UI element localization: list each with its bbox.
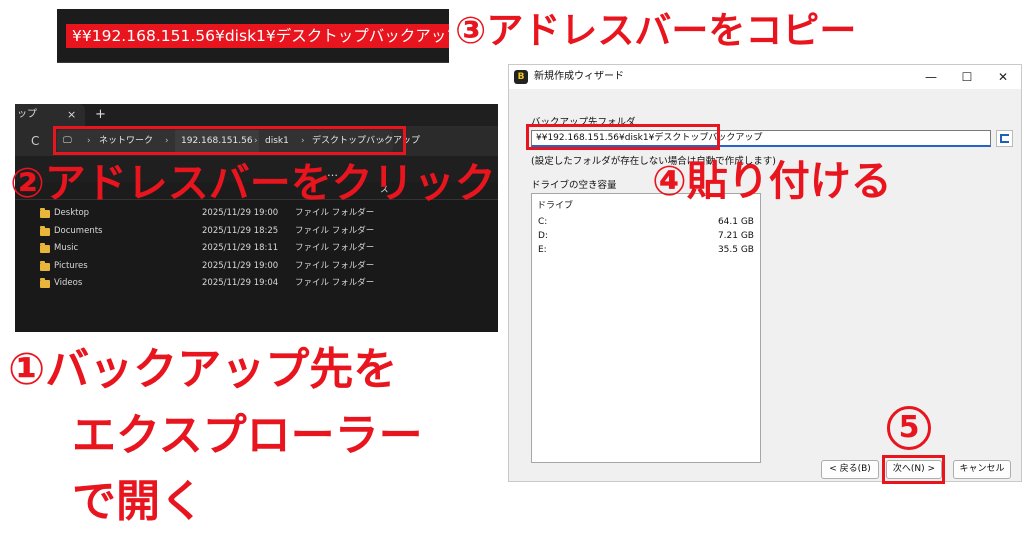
folder-icon bbox=[40, 243, 50, 253]
step1-line2: エクスプローラー bbox=[72, 410, 423, 461]
file-row[interactable]: Music 2025/11/29 18:11 ファイル フォルダー bbox=[15, 240, 498, 258]
drive-letter: C: bbox=[538, 217, 548, 227]
drive-row[interactable]: C: 64.1 GB bbox=[532, 216, 760, 228]
folder-icon bbox=[40, 278, 50, 288]
address-bar-highlight bbox=[53, 126, 406, 155]
step3-number: ③ bbox=[455, 9, 487, 52]
drive-free-space: 64.1 GB bbox=[717, 217, 754, 227]
step1-annotation: ①バックアップ先を エクスプローラー で開く bbox=[8, 337, 423, 535]
step5-digit: 5 bbox=[898, 410, 920, 445]
file-name: Videos bbox=[54, 278, 83, 288]
step1-line1-wrap: ①バックアップ先を bbox=[8, 337, 423, 403]
drive-row[interactable]: E: 35.5 GB bbox=[532, 244, 760, 256]
drive-letter: E: bbox=[538, 245, 547, 255]
file-type: ファイル フォルダー bbox=[295, 208, 375, 218]
file-type: ファイル フォルダー bbox=[295, 260, 375, 271]
file-row[interactable]: Desktop 2025/11/29 19:00 ファイル フォルダー bbox=[15, 205, 498, 223]
step5-number: 5 bbox=[887, 406, 931, 450]
file-name: Documents bbox=[54, 225, 103, 236]
drive-list[interactable]: ドライブ C: 64.1 GB D: 7.21 GB E: 35.5 GB bbox=[531, 193, 761, 463]
file-date: 2025/11/29 19:04 bbox=[202, 278, 279, 288]
refresh-icon[interactable]: C bbox=[31, 134, 39, 148]
explorer-tab-label: ップ bbox=[17, 109, 37, 120]
step4-text: 貼り付ける bbox=[686, 157, 892, 205]
drive-row[interactable]: D: 7.21 GB bbox=[532, 230, 760, 242]
file-type: ファイル フォルダー bbox=[295, 278, 375, 288]
dest-field-highlight bbox=[526, 124, 720, 150]
cancel-button[interactable]: キャンセル bbox=[953, 460, 1011, 479]
explorer-tab-row: ップ × + bbox=[15, 104, 498, 126]
drive-column-header: ドライブ bbox=[537, 201, 574, 211]
step1-line1: バックアップ先を bbox=[45, 344, 398, 395]
drive-letter: D: bbox=[538, 231, 548, 241]
step4-annotation: ④貼り付ける bbox=[652, 161, 892, 202]
step1-line3: で開く bbox=[72, 476, 204, 527]
back-button[interactable]: < 戻る(B) bbox=[821, 460, 879, 479]
drive-free-space: 35.5 GB bbox=[717, 245, 754, 255]
maximize-icon[interactable]: ☐ bbox=[949, 65, 985, 89]
file-date: 2025/11/29 18:25 bbox=[202, 225, 279, 236]
wizard-title: 新規作成ウィザード bbox=[534, 71, 624, 82]
step4-number: ④ bbox=[652, 157, 687, 205]
step2-number: ② bbox=[10, 159, 45, 207]
folder-icon bbox=[40, 208, 50, 218]
new-tab-icon[interactable]: + bbox=[95, 104, 106, 126]
file-name: Music bbox=[54, 243, 79, 253]
file-date: 2025/11/29 18:11 bbox=[202, 243, 279, 253]
address-bar-path-selected[interactable]: ¥¥192.168.151.56¥disk1¥デスクトップバックアップ bbox=[66, 24, 449, 48]
step2-text: アドレスバーをクリック bbox=[44, 159, 496, 207]
step2-annotation: ②アドレスバーをクリック bbox=[10, 163, 496, 204]
file-date: 2025/11/29 19:00 bbox=[202, 260, 279, 271]
wizard-titlebar: B 新規作成ウィザード — ☐ ✕ bbox=[509, 65, 1021, 89]
close-icon[interactable]: ✕ bbox=[985, 65, 1021, 89]
app-icon: B bbox=[514, 70, 528, 84]
file-row[interactable]: Documents 2025/11/29 18:25 ファイル フォルダー bbox=[15, 223, 498, 241]
file-row[interactable]: Pictures 2025/11/29 19:00 ファイル フォルダー bbox=[15, 258, 498, 276]
file-row[interactable]: Videos 2025/11/29 19:04 ファイル フォルダー bbox=[15, 275, 498, 293]
folder-browse-icon[interactable] bbox=[996, 130, 1013, 147]
step3-annotation: ③アドレスバーをコピー bbox=[455, 12, 856, 49]
minimize-icon[interactable]: — bbox=[913, 65, 949, 89]
next-button-highlight bbox=[882, 455, 945, 484]
free-space-label: ドライブの空き容量 bbox=[531, 180, 617, 191]
step1-number: ① bbox=[8, 344, 46, 395]
step3-text: アドレスバーをコピー bbox=[486, 9, 857, 52]
file-name: Desktop bbox=[54, 208, 90, 218]
close-tab-icon[interactable]: × bbox=[67, 104, 76, 126]
drive-free-space: 7.21 GB bbox=[717, 231, 754, 241]
file-date: 2025/11/29 19:00 bbox=[202, 208, 279, 218]
folder-icon bbox=[40, 260, 50, 271]
file-name: Pictures bbox=[54, 260, 88, 271]
file-type: ファイル フォルダー bbox=[295, 243, 375, 253]
address-bar-crop: ¥¥192.168.151.56¥disk1¥デスクトップバックアップ bbox=[57, 9, 449, 63]
file-type: ファイル フォルダー bbox=[295, 225, 375, 236]
folder-icon bbox=[40, 225, 50, 236]
